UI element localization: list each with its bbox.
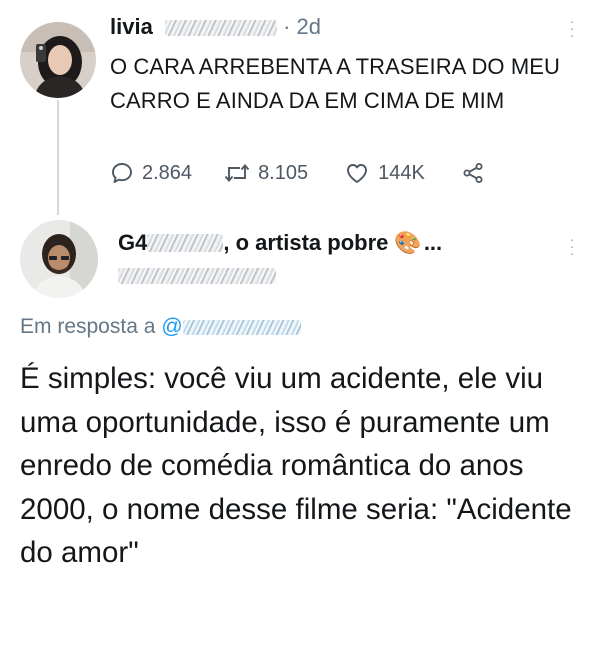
tweet1-header: livia · 2d — [110, 14, 321, 40]
tweet2-display-name-prefix[interactable]: G4 — [118, 230, 147, 256]
tweet1-text: O CARA ARREBENTA A TRASEIRA DO MEU CARRO… — [110, 54, 561, 113]
avatar-g4[interactable] — [20, 220, 98, 298]
tweet2-header: G4 , o artista pobre 🎨 ... — [118, 230, 442, 256]
reply-icon — [112, 163, 132, 183]
avatar-livia[interactable] — [20, 22, 96, 98]
more-icon[interactable]: · · · — [565, 232, 579, 260]
retweet-icon — [224, 164, 250, 182]
tweet1-actions: 2.864 8.105 144K — [110, 158, 485, 188]
retweet-button[interactable]: 8.105 — [224, 161, 308, 185]
share-icon — [463, 163, 483, 183]
tweet2-display-name-redacted — [147, 234, 224, 252]
reply-to-line: Em resposta a @ — [20, 315, 301, 339]
tweet1-separator: · — [283, 14, 291, 39]
share-button[interactable] — [461, 161, 485, 185]
thread-connector-line — [57, 100, 59, 215]
like-button[interactable]: 144K — [344, 161, 425, 185]
tweet1-timestamp[interactable]: 2d — [297, 14, 321, 39]
tweet2-text: É simples: você viu um acidente, ele viu… — [20, 362, 572, 569]
reply-count: 2.864 — [142, 161, 193, 184]
tweet2-display-name-suffix[interactable]: , o artista pobre — [223, 230, 388, 256]
palette-emoji: 🎨 — [394, 230, 422, 255]
reply-button[interactable]: 2.864 — [110, 161, 192, 185]
reply-to-at[interactable]: @ — [161, 315, 182, 339]
tweet2-handle-redacted[interactable] — [118, 268, 276, 284]
like-icon — [347, 164, 368, 183]
tweet2-name-ellipsis: ... — [423, 230, 443, 255]
retweet-count: 8.105 — [258, 161, 309, 184]
like-count: 144K — [378, 161, 425, 184]
reply-to-handle-redacted[interactable] — [182, 319, 301, 335]
tweet1-handle-redacted[interactable] — [164, 20, 277, 37]
more-icon[interactable]: · · · — [565, 14, 579, 42]
tweet1-display-name[interactable]: livia — [110, 14, 153, 39]
reply-to-label: Em resposta a — [20, 315, 156, 338]
